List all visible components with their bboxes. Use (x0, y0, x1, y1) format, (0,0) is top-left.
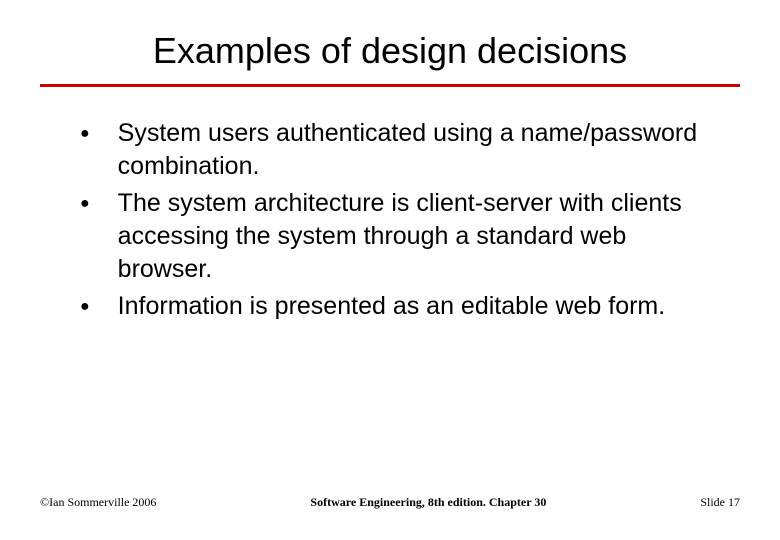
list-item: ● The system architecture is client-serv… (80, 187, 720, 286)
bullet-icon: ● (80, 196, 90, 212)
slide-container: Examples of design decisions ● System us… (0, 0, 780, 540)
slide-title: Examples of design decisions (40, 30, 740, 72)
slide-content: ● System users authenticated using a nam… (40, 117, 740, 323)
bullet-icon: ● (80, 299, 90, 315)
bullet-text: System users authenticated using a name/… (118, 117, 720, 183)
title-divider (40, 84, 740, 87)
footer-copyright: ©Ian Sommerville 2006 (40, 495, 156, 510)
bullet-text: Information is presented as an editable … (118, 290, 720, 323)
list-item: ● Information is presented as an editabl… (80, 290, 720, 323)
bullet-text: The system architecture is client-server… (118, 187, 720, 286)
footer-book-title: Software Engineering, 8th edition. Chapt… (156, 495, 700, 510)
slide-footer: ©Ian Sommerville 2006 Software Engineeri… (40, 495, 740, 510)
bullet-list: ● System users authenticated using a nam… (80, 117, 720, 323)
footer-slide-number: Slide 17 (700, 495, 740, 510)
list-item: ● System users authenticated using a nam… (80, 117, 720, 183)
bullet-icon: ● (80, 126, 90, 142)
